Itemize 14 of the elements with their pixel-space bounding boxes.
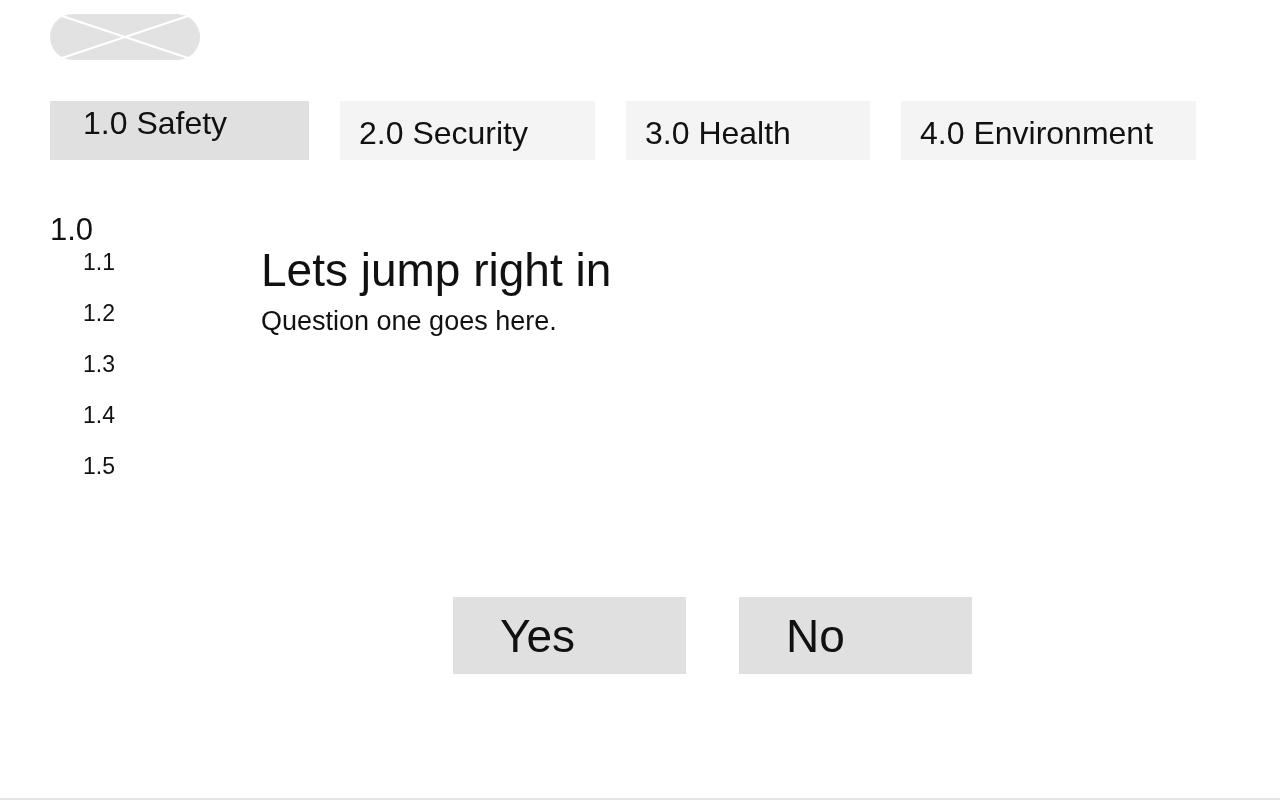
heading: Lets jump right in bbox=[261, 243, 612, 298]
subsection-number[interactable]: 1.4 bbox=[83, 401, 261, 429]
subsection-number[interactable]: 1.2 bbox=[83, 299, 261, 327]
answer-button[interactable]: Yes bbox=[453, 597, 686, 674]
tab[interactable]: 3.0 Health bbox=[626, 101, 870, 160]
tab[interactable]: 2.0 Security bbox=[340, 101, 595, 160]
answer-button[interactable]: No bbox=[739, 597, 972, 674]
question-text: Question one goes here. bbox=[261, 305, 558, 338]
subsection-number[interactable]: 1.5 bbox=[83, 452, 261, 480]
subsection-number[interactable]: 1.3 bbox=[83, 350, 261, 378]
section-number[interactable]: 1.0 bbox=[50, 212, 261, 248]
subsection-number[interactable]: 1.1 bbox=[83, 248, 261, 276]
tab[interactable]: 1.0 Safety bbox=[50, 101, 309, 160]
tab[interactable]: 4.0 Environment bbox=[901, 101, 1196, 160]
